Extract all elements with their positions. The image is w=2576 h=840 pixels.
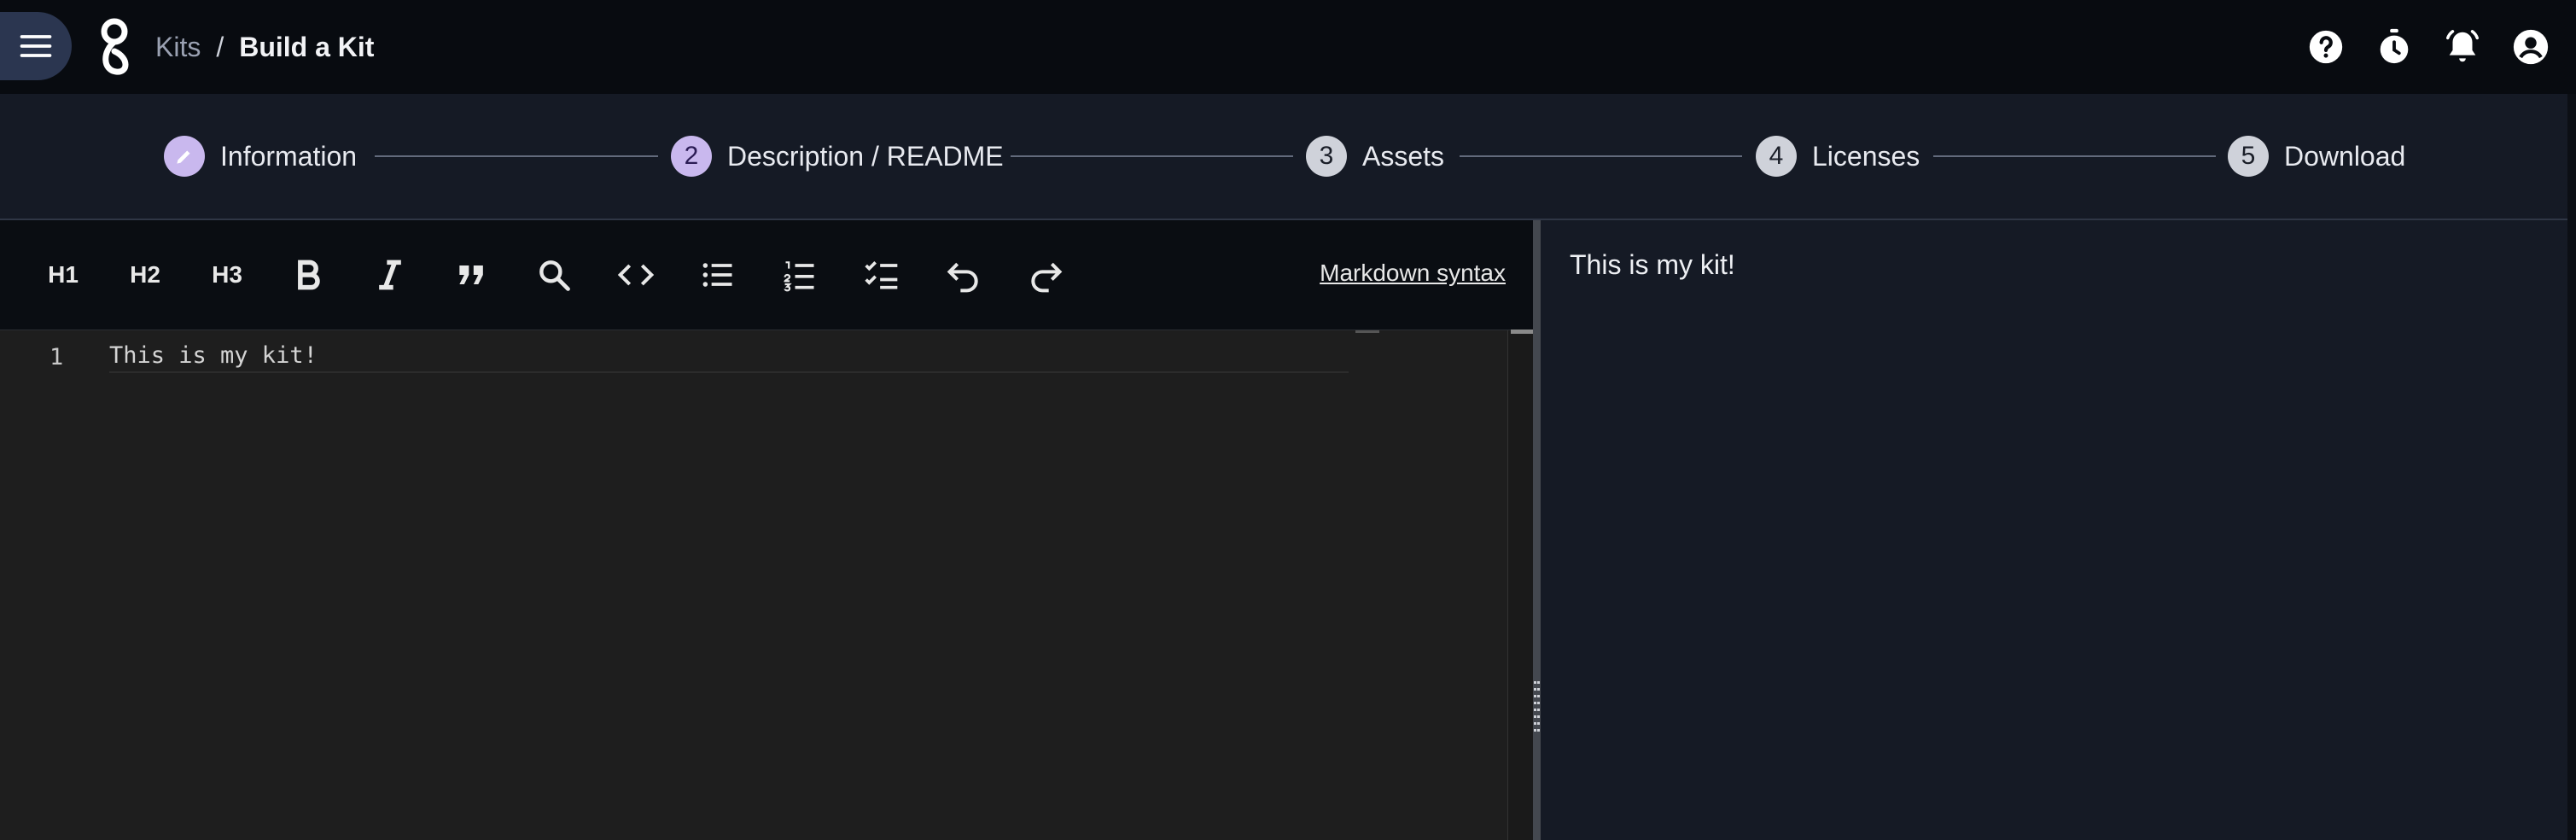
undo-button[interactable] [938,249,989,300]
step-licenses[interactable]: 4 Licenses [1756,134,1920,178]
pane-resizer[interactable] [1533,220,1541,840]
markdown-syntax-link[interactable]: Markdown syntax [1320,260,1506,287]
account-icon [2513,29,2549,65]
breadcrumb: Kits / Build a Kit [155,28,374,66]
hamburger-icon [20,35,52,57]
step-description[interactable]: 2 Description / README [671,134,1004,178]
numbered-list-icon [784,261,814,292]
notifications-icon [2446,30,2479,62]
redo-button[interactable] [1020,249,1071,300]
step-connector [1460,155,1742,157]
undo-icon [947,262,978,293]
italic-button[interactable] [364,249,416,300]
pencil-icon [177,150,190,164]
step-number: 2 [671,136,712,177]
markdown-editor: H1 H2 H3 Markdown syntax 1 This is my ki… [0,220,1534,840]
italic-icon [379,260,401,290]
step-download[interactable]: 5 Download [2228,134,2405,178]
step-number: 3 [1306,136,1347,177]
step-completed-badge [164,136,205,177]
breadcrumb-kits-link[interactable]: Kits [155,32,201,63]
app-header: Kits / Build a Kit [0,0,2576,94]
checklist-button[interactable] [856,249,907,300]
step-label: Download [2284,140,2406,172]
minimap[interactable] [1355,330,1379,333]
step-label: Information [220,140,358,172]
search-icon [539,260,570,291]
help-icon [2309,30,2343,64]
checklist-icon [865,261,898,289]
step-assets[interactable]: 3 Assets [1306,134,1444,178]
notifications-button[interactable] [2439,24,2486,70]
header-actions [2303,24,2576,70]
bullet-list-button[interactable] [692,249,743,300]
step-label: Licenses [1812,140,1920,172]
quote-button[interactable] [446,249,498,300]
account-button[interactable] [2508,24,2554,70]
breadcrumb-separator: / [216,31,224,62]
editor-toolbar: H1 H2 H3 Markdown syntax [0,220,1533,330]
quote-icon [459,265,483,284]
preview-text: This is my kit! [1570,249,1735,280]
step-information[interactable]: Information [164,134,357,178]
step-label: Description / README [727,140,1004,172]
app-logo[interactable] [96,17,133,77]
timer-icon [2380,28,2409,64]
code-button[interactable] [610,249,661,300]
page-title: Build a Kit [239,31,375,62]
step-connector [375,155,658,157]
step-label: Assets [1362,140,1445,172]
editor-scrollbar[interactable] [1507,330,1534,840]
menu-button[interactable] [0,12,72,80]
line-number: 1 [50,344,64,370]
step-number: 5 [2228,136,2269,177]
editor-scroll-thumb[interactable] [1511,330,1533,334]
step-connector [1011,155,1293,157]
code-line[interactable]: This is my kit! [109,341,1349,373]
bold-icon [298,260,320,290]
heading3-button[interactable]: H3 [201,249,253,300]
search-button[interactable] [528,249,580,300]
resize-handle-icon[interactable] [1533,680,1541,739]
code-editor[interactable]: 1 This is my kit! [0,330,1507,840]
bullet-list-icon [702,263,732,287]
redo-icon [1031,262,1063,293]
step-number: 4 [1756,136,1797,177]
code-icon [617,264,655,286]
timer-button[interactable] [2371,24,2417,70]
step-connector [1933,155,2216,157]
kit-stepper: Information 2 Description / README 3 Ass… [0,94,2567,220]
help-button[interactable] [2303,24,2349,70]
markdown-preview: This is my kit! [1541,220,2567,840]
heading2-button[interactable]: H2 [119,249,171,300]
heading1-button[interactable]: H1 [38,249,89,300]
numbered-list-button[interactable] [774,249,825,300]
bold-button[interactable] [283,249,334,300]
